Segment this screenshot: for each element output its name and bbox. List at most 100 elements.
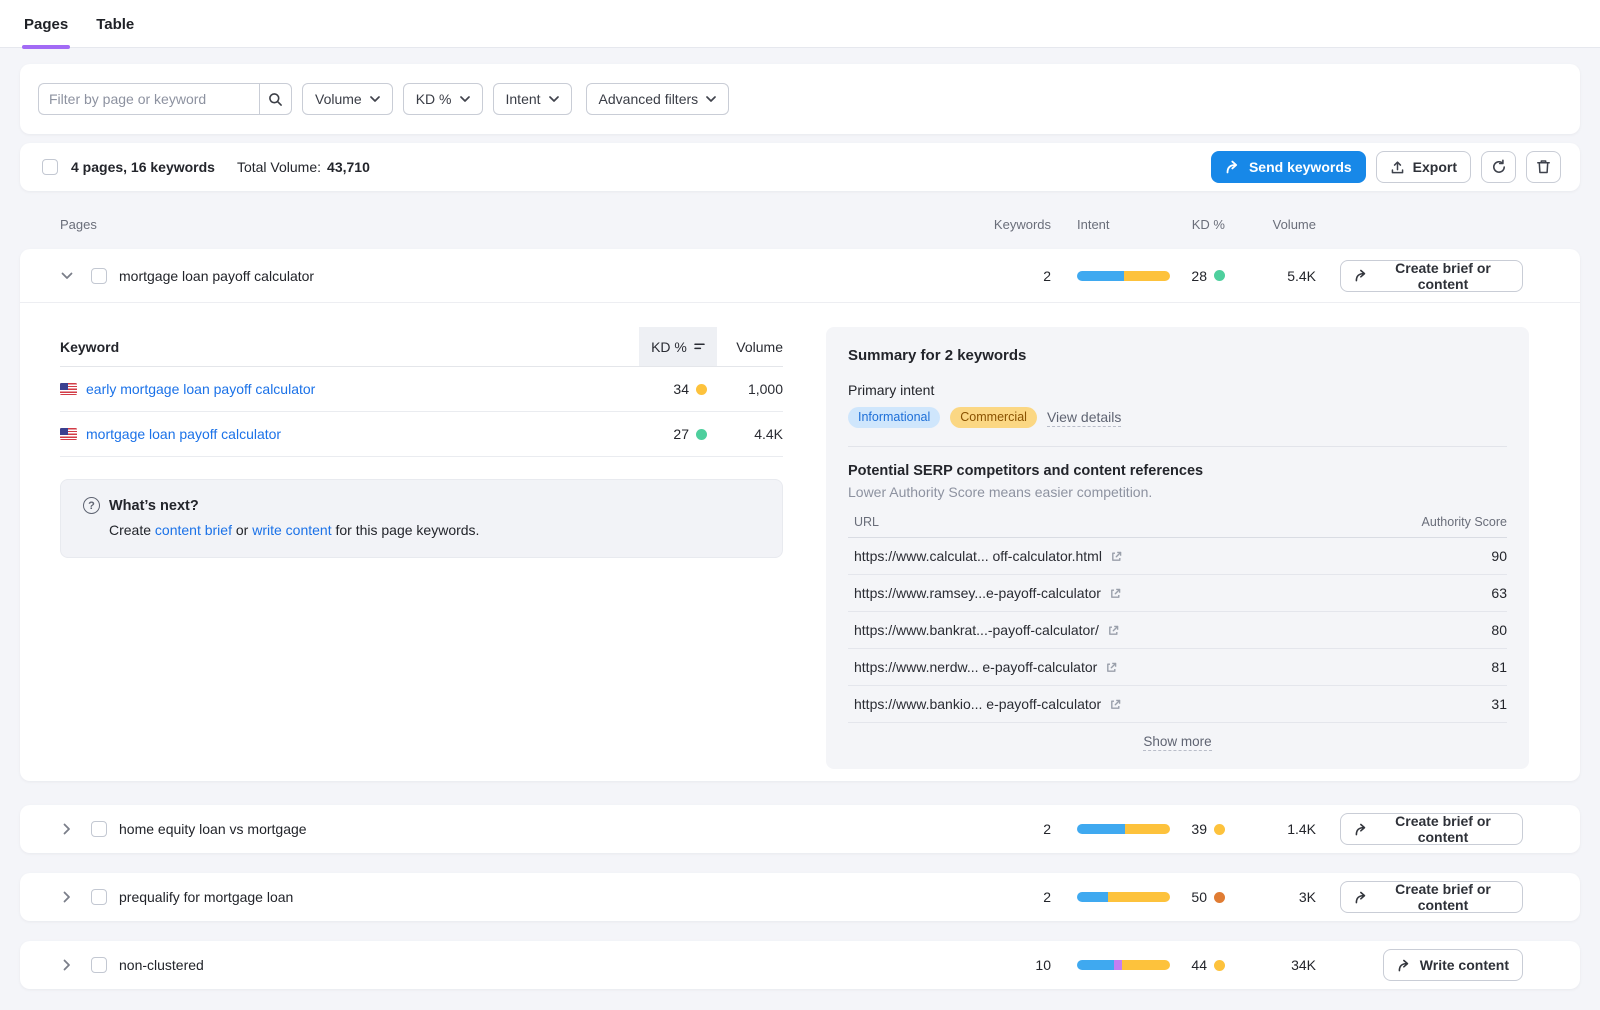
content-brief-link[interactable]: content brief — [155, 522, 232, 538]
competitor-row: https://www.ramsey...e-payoff-calculator… — [848, 575, 1507, 612]
send-keywords-button[interactable]: Send keywords — [1211, 151, 1366, 183]
refresh-icon — [1491, 159, 1507, 175]
row-action-label: Write content — [1420, 957, 1509, 973]
write-content-link[interactable]: write content — [252, 522, 331, 538]
send-arrow-icon — [1354, 269, 1369, 282]
keywords-count: 2 — [991, 889, 1051, 905]
whats-next-box: ? What’s next? Create content brief or w… — [60, 479, 783, 558]
export-button[interactable]: Export — [1376, 151, 1471, 183]
authority-score: 31 — [1491, 696, 1507, 712]
column-header-keywords: Keywords — [991, 217, 1051, 232]
write-content-button[interactable]: Write content — [1383, 949, 1523, 981]
row-checkbox[interactable] — [91, 957, 107, 973]
expand-chevron-icon[interactable] — [56, 818, 78, 840]
external-link-icon[interactable] — [1110, 550, 1123, 563]
authority-score: 90 — [1491, 548, 1507, 564]
show-more-link[interactable]: Show more — [1143, 734, 1211, 751]
search-button[interactable] — [259, 83, 292, 115]
total-volume-value: 43,710 — [327, 159, 370, 175]
intent-badge-informational: Informational — [848, 407, 940, 428]
kd-value: 27 — [673, 426, 689, 442]
intent-bar — [1077, 271, 1170, 281]
tab-pages-label: Pages — [24, 16, 68, 33]
kd-cell: 44 — [1170, 957, 1225, 973]
expand-chevron-icon[interactable] — [56, 954, 78, 976]
keyword-link[interactable]: early mortgage loan payoff calculator — [86, 381, 315, 397]
search-input[interactable] — [38, 83, 259, 115]
view-details-link[interactable]: View details — [1047, 409, 1121, 427]
keyword-link[interactable]: mortgage loan payoff calculator — [86, 426, 281, 442]
competitor-row: https://www.calculat... off-calculator.h… — [848, 538, 1507, 575]
row-action: Create brief or content — [1340, 260, 1523, 292]
page-content: Volume KD % Intent Advanced filters — [0, 48, 1600, 989]
competitor-row: https://www.bankrat...-payoff-calculator… — [848, 612, 1507, 649]
tab-table[interactable]: Table — [94, 16, 136, 47]
serp-competitors-title: Potential SERP competitors and content r… — [848, 463, 1507, 479]
row-checkbox[interactable] — [91, 889, 107, 905]
selection-toolbar: 4 pages, 16 keywords Total Volume: 43,71… — [20, 143, 1580, 191]
row-action: Create brief or content — [1340, 813, 1523, 845]
row-action: Write content — [1340, 949, 1523, 981]
volume-value: 4.4K — [717, 426, 783, 442]
row-action-label: Create brief or content — [1377, 260, 1509, 292]
row-action-label: Create brief or content — [1377, 881, 1509, 913]
trash-icon — [1536, 159, 1551, 175]
create-brief-or-content-button[interactable]: Create brief or content — [1340, 881, 1523, 913]
create-brief-or-content-button[interactable]: Create brief or content — [1340, 260, 1523, 292]
view-tabbar: Pages Table — [0, 0, 1600, 48]
external-link-icon[interactable] — [1107, 624, 1120, 637]
row-action-label: Create brief or content — [1377, 813, 1509, 845]
keywords-count: 10 — [991, 957, 1051, 973]
competitor-url-link[interactable]: https://www.calculat... off-calculator.h… — [854, 548, 1123, 564]
kd-dot — [696, 429, 707, 440]
page-name: non-clustered — [119, 957, 991, 973]
competitor-url-text: https://www.bankio... e-payoff-calculato… — [854, 696, 1101, 712]
competitor-url-link[interactable]: https://www.nerdw... e-payoff-calculator — [854, 659, 1118, 675]
delete-button[interactable] — [1526, 151, 1561, 183]
summary-panel: Summary for 2 keywords Primary intent In… — [826, 327, 1529, 769]
competitor-row: https://www.bankio... e-payoff-calculato… — [848, 686, 1507, 723]
whats-next-or: or — [232, 522, 252, 538]
kd-value: 39 — [1191, 821, 1207, 837]
competitor-url-link[interactable]: https://www.ramsey...e-payoff-calculator — [854, 585, 1122, 601]
page-row-non-clustered: non-clustered 10 44 34K Write — [20, 941, 1580, 989]
expanded-details: Keyword KD % Volume — [20, 303, 1580, 781]
intent-bar — [1077, 824, 1170, 834]
advanced-filters-dropdown[interactable]: Advanced filters — [586, 83, 730, 115]
intent-filter-dropdown[interactable]: Intent — [493, 83, 572, 115]
competitor-url-link[interactable]: https://www.bankio... e-payoff-calculato… — [854, 696, 1122, 712]
kd-dot — [1214, 960, 1225, 971]
row-checkbox[interactable] — [91, 268, 107, 284]
intent-bar — [1077, 892, 1170, 902]
keywords-count: 2 — [991, 268, 1051, 284]
row-checkbox[interactable] — [91, 821, 107, 837]
collapse-chevron-icon[interactable] — [56, 265, 78, 287]
page-row-main: prequalify for mortgage loan 2 50 3K — [20, 873, 1580, 921]
column-header-volume: Volume — [1225, 217, 1316, 232]
keyword-table: Keyword KD % Volume — [60, 327, 783, 457]
keyword-row: early mortgage loan payoff calculator 34… — [60, 367, 783, 412]
kd-value: 34 — [673, 381, 689, 397]
external-link-icon[interactable] — [1109, 698, 1122, 711]
tab-pages[interactable]: Pages — [22, 16, 70, 47]
volume-filter-dropdown[interactable]: Volume — [302, 83, 393, 115]
refresh-button[interactable] — [1481, 151, 1516, 183]
kd-column-header-sortable[interactable]: KD % — [639, 327, 717, 366]
search-box — [38, 83, 292, 115]
send-arrow-icon — [1354, 823, 1369, 836]
authority-score: 63 — [1491, 585, 1507, 601]
page-row-main: non-clustered 10 44 34K Write — [20, 941, 1580, 989]
export-label: Export — [1413, 159, 1457, 175]
expand-chevron-icon[interactable] — [56, 886, 78, 908]
us-flag-icon — [60, 383, 77, 395]
external-link-icon[interactable] — [1105, 661, 1118, 674]
volume-value: 3K — [1225, 889, 1316, 905]
kd-filter-dropdown[interactable]: KD % — [403, 83, 483, 115]
external-link-icon[interactable] — [1109, 587, 1122, 600]
create-brief-or-content-button[interactable]: Create brief or content — [1340, 813, 1523, 845]
competitor-url-link[interactable]: https://www.bankrat...-payoff-calculator… — [854, 622, 1120, 638]
column-header-kd: KD % — [1170, 217, 1225, 232]
keyword-table-header: Keyword KD % Volume — [60, 327, 783, 367]
chevron-down-icon — [370, 96, 380, 102]
select-all-checkbox[interactable] — [42, 159, 58, 175]
